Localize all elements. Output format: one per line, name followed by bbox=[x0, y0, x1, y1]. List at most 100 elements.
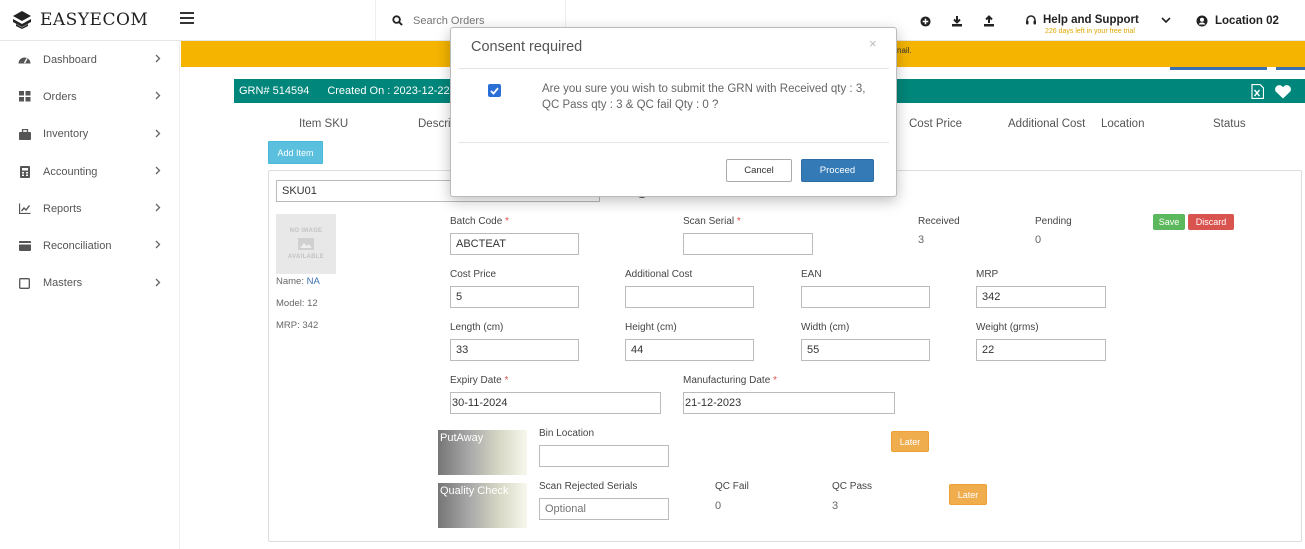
required-mark: * bbox=[505, 216, 509, 227]
chevron-right-icon bbox=[155, 203, 161, 212]
download-icon[interactable] bbox=[950, 14, 964, 28]
masters-icon bbox=[18, 277, 31, 290]
close-icon[interactable]: × bbox=[869, 36, 877, 51]
favorite-heart-icon[interactable] bbox=[1274, 85, 1292, 99]
required-mark: * bbox=[504, 375, 509, 386]
pending-value: 0 bbox=[1035, 234, 1042, 246]
length-label: Length (cm) bbox=[450, 322, 504, 333]
received-label: Received bbox=[918, 216, 960, 227]
reports-icon bbox=[18, 202, 31, 215]
quality-check-section: Quality Check bbox=[438, 483, 527, 528]
weight-label: Weight (grms) bbox=[976, 322, 1039, 333]
no-image-text: NO IMAGE bbox=[289, 228, 323, 234]
mrp-label: MRP bbox=[976, 269, 999, 280]
menu-toggle-icon[interactable] bbox=[180, 12, 194, 27]
batch-code-label: Batch Code * bbox=[450, 216, 509, 227]
item-name-label: Name: bbox=[276, 276, 304, 287]
weight-input[interactable]: 22 bbox=[976, 339, 1106, 361]
no-image-placeholder: NO IMAGE AVAILABLE bbox=[276, 214, 336, 274]
checkmark-icon bbox=[490, 87, 499, 95]
scan-rejected-serials-input[interactable] bbox=[539, 498, 669, 520]
location-selector[interactable]: Location 02 bbox=[1196, 15, 1279, 27]
add-circle-icon[interactable] bbox=[918, 14, 932, 28]
easyecom-logo-icon bbox=[13, 11, 31, 29]
chevron-down-icon[interactable] bbox=[1161, 17, 1171, 24]
help-title: Help and Support bbox=[1043, 14, 1139, 26]
brand-name: EASYECOM bbox=[40, 10, 149, 30]
chevron-right-icon bbox=[155, 278, 161, 287]
available-text: AVAILABLE bbox=[287, 254, 325, 260]
putaway-later-button[interactable]: Later bbox=[891, 431, 929, 452]
qc-fail-label: QC Fail bbox=[715, 481, 749, 492]
headset-icon bbox=[1026, 15, 1036, 25]
qc-fail-value: 0 bbox=[715, 500, 722, 512]
scan-serial-label-text: Scan Serial bbox=[683, 216, 735, 227]
sidebar-item-label: Masters bbox=[43, 277, 83, 290]
sidebar-item-label: Reconciliation bbox=[43, 240, 112, 253]
inventory-icon bbox=[18, 128, 31, 141]
chevron-right-icon bbox=[155, 54, 161, 63]
action-button-fragment[interactable] bbox=[1170, 67, 1267, 70]
sidebar-item-reconciliation[interactable]: Reconciliation bbox=[0, 227, 179, 264]
item-name-value[interactable]: NA bbox=[307, 276, 320, 287]
accounting-icon bbox=[18, 165, 31, 178]
additional-cost-label: Additional Cost bbox=[625, 269, 693, 280]
search-input[interactable] bbox=[413, 14, 563, 27]
image-icon bbox=[298, 238, 314, 250]
upload-icon[interactable] bbox=[982, 14, 996, 28]
reconciliation-icon bbox=[18, 240, 31, 253]
sidebar-item-dashboard[interactable]: Dashboard bbox=[0, 41, 179, 78]
sidebar: Dashboard Orders Inventory Accounting Re… bbox=[0, 41, 180, 549]
batch-code-label-text: Batch Code bbox=[450, 216, 503, 227]
sidebar-item-inventory[interactable]: Inventory bbox=[0, 116, 179, 153]
brand-logo[interactable]: EASYECOM bbox=[12, 10, 148, 30]
sidebar-item-label: Inventory bbox=[43, 128, 89, 141]
discard-button[interactable]: Discard bbox=[1188, 214, 1234, 230]
cancel-button[interactable]: Cancel bbox=[726, 159, 792, 182]
bin-location-input[interactable] bbox=[539, 445, 669, 467]
pending-label: Pending bbox=[1035, 216, 1072, 227]
length-input[interactable]: 33 bbox=[450, 339, 579, 361]
manufacturing-date-label-text: Manufacturing Date bbox=[683, 375, 771, 386]
expiry-date-label: Expiry Date * bbox=[450, 375, 508, 386]
quality-check-later-button[interactable]: Later bbox=[949, 484, 987, 505]
required-mark: * bbox=[773, 375, 777, 386]
sidebar-item-masters[interactable]: Masters bbox=[0, 265, 179, 302]
sidebar-item-orders[interactable]: Orders bbox=[0, 78, 179, 115]
width-input[interactable]: 55 bbox=[801, 339, 930, 361]
manufacturing-date-label: Manufacturing Date * bbox=[683, 375, 777, 386]
add-item-button[interactable]: Add Item bbox=[268, 141, 323, 164]
column-header-cost-price: Cost Price bbox=[909, 118, 963, 130]
action-button-fragment[interactable] bbox=[1276, 67, 1305, 70]
chevron-right-icon bbox=[155, 166, 161, 175]
item-name: Name: NA bbox=[276, 276, 320, 287]
ean-input[interactable] bbox=[801, 286, 930, 308]
height-input[interactable]: 44 bbox=[625, 339, 754, 361]
column-header-item-sku: Item SKU bbox=[299, 118, 349, 130]
expiry-date-input[interactable]: 30-11-2024 bbox=[450, 392, 661, 414]
sidebar-item-reports[interactable]: Reports bbox=[0, 190, 179, 227]
search-icon bbox=[392, 15, 403, 26]
required-mark: * bbox=[736, 216, 741, 227]
additional-cost-input[interactable] bbox=[625, 286, 754, 308]
help-support[interactable]: Help and Support 226 days left in your f… bbox=[1025, 14, 1171, 35]
column-header-description: Descri bbox=[418, 118, 451, 130]
qc-pass-label: QC Pass bbox=[832, 481, 873, 492]
item-model: Model: 12 bbox=[276, 298, 318, 309]
mrp-input[interactable]: 342 bbox=[976, 286, 1106, 308]
received-value: 3 bbox=[918, 234, 925, 246]
sidebar-item-label: Accounting bbox=[43, 165, 98, 178]
scan-serial-input[interactable] bbox=[683, 233, 813, 255]
dashboard-icon bbox=[18, 53, 31, 66]
modal-title: Consent required bbox=[471, 39, 583, 55]
sidebar-item-accounting[interactable]: Accounting bbox=[0, 153, 179, 190]
column-header-location: Location bbox=[1101, 118, 1145, 130]
proceed-button[interactable]: Proceed bbox=[801, 159, 874, 182]
modal-divider bbox=[458, 68, 889, 69]
cost-price-input[interactable]: 5 bbox=[450, 286, 579, 308]
consent-checkbox[interactable] bbox=[488, 84, 501, 97]
excel-export-icon[interactable] bbox=[1251, 84, 1264, 99]
manufacturing-date-input[interactable]: 21-12-2023 bbox=[683, 392, 895, 414]
save-button[interactable]: Save bbox=[1153, 214, 1185, 230]
batch-code-input[interactable]: ABCTEAT bbox=[450, 233, 579, 255]
